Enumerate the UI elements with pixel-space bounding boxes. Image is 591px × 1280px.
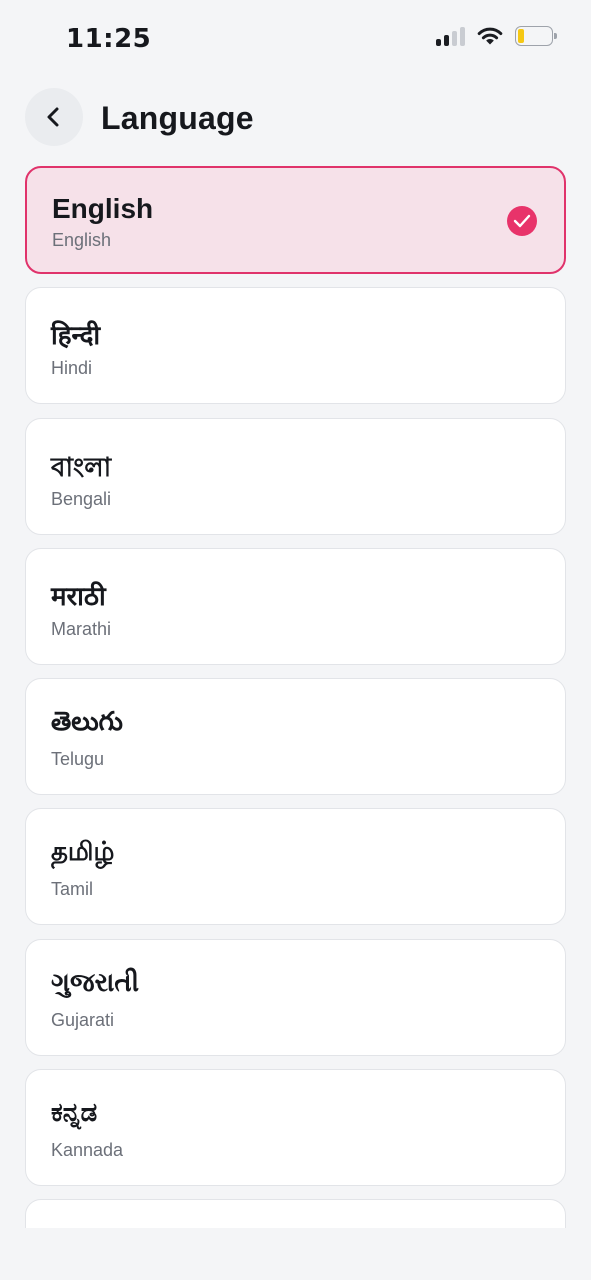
language-english-name: Telugu	[51, 749, 105, 770]
language-english-name: Bengali	[51, 488, 112, 509]
language-english-name: Kannada	[51, 1140, 124, 1161]
battery-icon	[515, 26, 557, 46]
status-time: 11:25	[66, 24, 152, 54]
language-option-gujarati[interactable]: ગુજરાતી Gujarati	[25, 938, 566, 1056]
language-native-name: ગુજરાતી	[51, 967, 140, 998]
status-bar: 11:25	[0, 0, 591, 80]
language-option-hindi[interactable]: हिन्दी Hindi	[25, 287, 566, 405]
language-native-name: ಕನ್ನಡ	[51, 1098, 98, 1129]
language-native-name: English	[52, 193, 154, 224]
language-option-partial[interactable]	[25, 1199, 566, 1228]
back-button[interactable]	[25, 88, 83, 146]
language-option-marathi[interactable]: मराठी Marathi	[25, 547, 566, 665]
language-english-name: Gujarati	[51, 1009, 115, 1030]
status-icons	[436, 26, 557, 46]
wifi-icon	[477, 27, 503, 45]
page-title: Language	[101, 100, 254, 136]
chevron-left-icon	[47, 107, 59, 127]
language-option-kannada[interactable]: ಕನ್ನಡ Kannada	[25, 1069, 566, 1187]
language-option-bengali[interactable]: বাংলা Bengali	[25, 417, 566, 535]
language-english-name: Hindi	[51, 358, 93, 379]
language-native-name: বাংলা	[51, 452, 112, 483]
language-option-tamil[interactable]: தமிழ் Tamil	[25, 808, 566, 926]
language-list: English English हिन्दी Hindi বাংলা Benga…	[25, 166, 566, 1228]
cellular-signal-icon	[436, 26, 465, 46]
language-english-name: Tamil	[51, 879, 94, 900]
language-english-name: English	[52, 230, 112, 250]
language-native-name: मराठी	[51, 581, 106, 612]
language-option-telugu[interactable]: తెలుగు Telugu	[25, 678, 566, 796]
language-option-english[interactable]: English English	[25, 166, 566, 274]
check-icon	[507, 206, 537, 236]
header: Language	[0, 88, 591, 148]
language-english-name: Marathi	[51, 618, 112, 639]
language-native-name: हिन्दी	[51, 321, 101, 352]
language-native-name: తెలుగు	[51, 707, 123, 738]
language-native-name: தமிழ்	[51, 837, 115, 868]
